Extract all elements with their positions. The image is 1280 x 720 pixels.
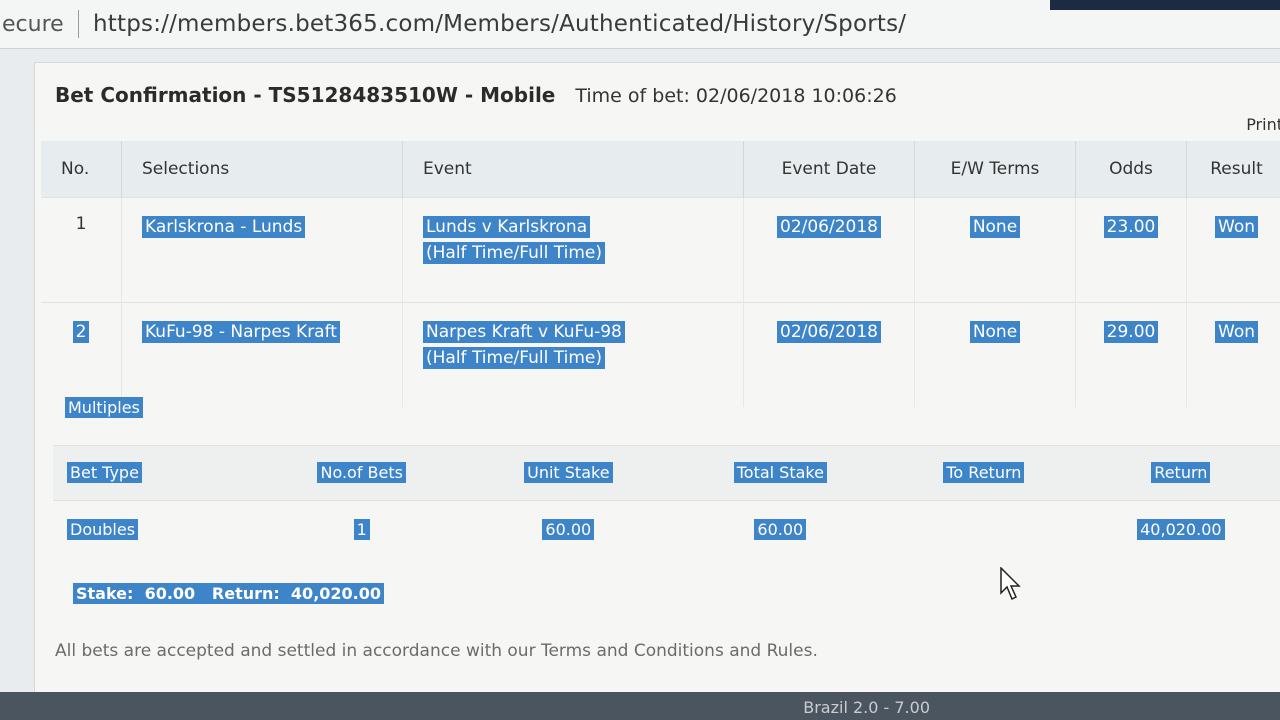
column-header-to-return: To Return xyxy=(889,445,1079,501)
result-cell: Won xyxy=(1186,302,1280,407)
bet-type: Doubles xyxy=(67,519,139,540)
to-return-header-text: To Return xyxy=(943,462,1025,483)
row-number: 2 xyxy=(41,302,122,407)
result: Won xyxy=(1215,216,1258,238)
bottom-bar: Brazil 2.0 - 7.00 xyxy=(0,692,1280,720)
column-header-odds: Odds xyxy=(1075,141,1187,198)
return-header-text: Return xyxy=(1151,462,1211,483)
unit-stake: 60.00 xyxy=(542,519,595,540)
ew-terms: None xyxy=(969,216,1021,238)
result: Won xyxy=(1215,321,1258,343)
column-header-event-date: Event Date xyxy=(743,141,915,198)
column-header-return: Return xyxy=(1078,445,1280,501)
bottom-partial-text: Brazil 2.0 - 7.00 xyxy=(803,698,930,717)
event-cell: Lunds v Karlskrona (Half Time/Full Time) xyxy=(402,197,744,303)
odds-cell: 23.00 xyxy=(1075,197,1187,303)
mouse-cursor-icon xyxy=(1000,567,1021,601)
address-separator xyxy=(78,10,79,38)
total-stake-cell: 60.00 xyxy=(671,500,890,559)
event-date: 02/06/2018 xyxy=(777,216,881,238)
unit-stake-header-text: Unit Stake xyxy=(524,462,613,483)
page-title: Bet Confirmation - TS5128483510W - Mobil… xyxy=(55,83,556,107)
event-date-cell: 02/06/2018 xyxy=(743,197,915,303)
unit-stake-cell: 60.00 xyxy=(465,500,672,559)
odds-cell: 29.00 xyxy=(1075,302,1187,407)
event-date: 02/06/2018 xyxy=(777,321,881,343)
stake-return-summary: Stake: 60.00 Return: 40,020.00 xyxy=(73,581,385,607)
column-header-no-of-bets: No.of Bets xyxy=(258,445,466,501)
table-row: 1 Karlskrona - Lunds Lunds v Karlskrona (… xyxy=(41,197,1280,303)
no-of-bets-cell: 1 xyxy=(258,500,466,559)
return-value: 40,020.00 xyxy=(1137,519,1225,540)
multiples-label-text: Multiples xyxy=(65,397,143,418)
column-header-result: Result xyxy=(1186,141,1280,198)
terms-footer: All bets are accepted and settled in acc… xyxy=(55,641,818,661)
url-text[interactable]: https://members.bet365.com/Members/Authe… xyxy=(93,11,906,37)
total-stake-header-text: Total Stake xyxy=(733,462,827,483)
column-header-total-stake: Total Stake xyxy=(671,445,890,501)
ew-terms-cell: None xyxy=(914,302,1076,407)
column-header-ew-terms: E/W Terms xyxy=(914,141,1076,198)
event-cell: Narpes Kraft v KuFu-98 (Half Time/Full Ti… xyxy=(402,302,744,407)
event-market: (Half Time/Full Time) xyxy=(423,242,605,264)
row-number-text: 2 xyxy=(72,321,90,343)
odds: 23.00 xyxy=(1103,216,1159,238)
odds: 29.00 xyxy=(1103,321,1159,343)
event-name: Lunds v Karlskrona xyxy=(423,216,591,238)
title-row: Bet Confirmation - TS5128483510W - Mobil… xyxy=(55,83,1280,107)
no-of-bets-header-text: No.of Bets xyxy=(317,462,406,483)
return-cell: 40,020.00 xyxy=(1078,500,1280,559)
secure-label: ecure xyxy=(2,11,64,37)
selection-name: Karlskrona - Lunds xyxy=(142,216,306,238)
table-row: 2 KuFu-98 - Narpes Kraft Narpes Kraft v … xyxy=(41,302,1280,407)
ew-terms-cell: None xyxy=(914,197,1076,303)
selections-table: No. Selections Event Event Date E/W Term… xyxy=(41,141,1280,407)
column-header-unit-stake: Unit Stake xyxy=(465,445,672,501)
ew-terms: None xyxy=(969,321,1021,343)
selection-cell: KuFu-98 - Narpes Kraft xyxy=(121,302,403,407)
row-number: 1 xyxy=(41,197,122,303)
multiples-table: Bet Type No.of Bets Unit Stake Total Sta… xyxy=(53,445,1280,559)
column-header-event: Event xyxy=(402,141,744,198)
bet-type-header-text: Bet Type xyxy=(67,462,142,483)
window-chrome-strip xyxy=(1050,0,1280,10)
selections-header-row: No. Selections Event Event Date E/W Term… xyxy=(41,141,1280,198)
total-stake: 60.00 xyxy=(754,519,807,540)
column-header-no: No. xyxy=(41,141,122,198)
bet-type-cell: Doubles xyxy=(53,500,259,559)
summary-text: Stake: 60.00 Return: 40,020.00 xyxy=(73,583,385,604)
column-header-selections: Selections xyxy=(121,141,403,198)
table-row: Doubles 1 60.00 60.00 40,020.00 xyxy=(53,500,1280,559)
to-return-cell xyxy=(889,500,1079,559)
no-of-bets: 1 xyxy=(353,519,370,540)
print-link[interactable]: Print xyxy=(1246,115,1280,134)
event-name: Narpes Kraft v KuFu-98 xyxy=(423,321,625,343)
row-number-text: 1 xyxy=(75,214,87,234)
event-market: (Half Time/Full Time) xyxy=(423,347,605,369)
time-of-bet: Time of bet: 02/06/2018 10:06:26 xyxy=(575,85,897,107)
selection-cell: Karlskrona - Lunds xyxy=(121,197,403,303)
multiples-header-row: Bet Type No.of Bets Unit Stake Total Sta… xyxy=(53,445,1280,501)
event-date-cell: 02/06/2018 xyxy=(743,302,915,407)
bet-confirmation-panel: Bet Confirmation - TS5128483510W - Mobil… xyxy=(34,62,1280,694)
result-cell: Won xyxy=(1186,197,1280,303)
column-header-bet-type: Bet Type xyxy=(53,445,259,501)
selection-name: KuFu-98 - Narpes Kraft xyxy=(142,321,340,343)
multiples-label: Multiples xyxy=(65,395,143,421)
